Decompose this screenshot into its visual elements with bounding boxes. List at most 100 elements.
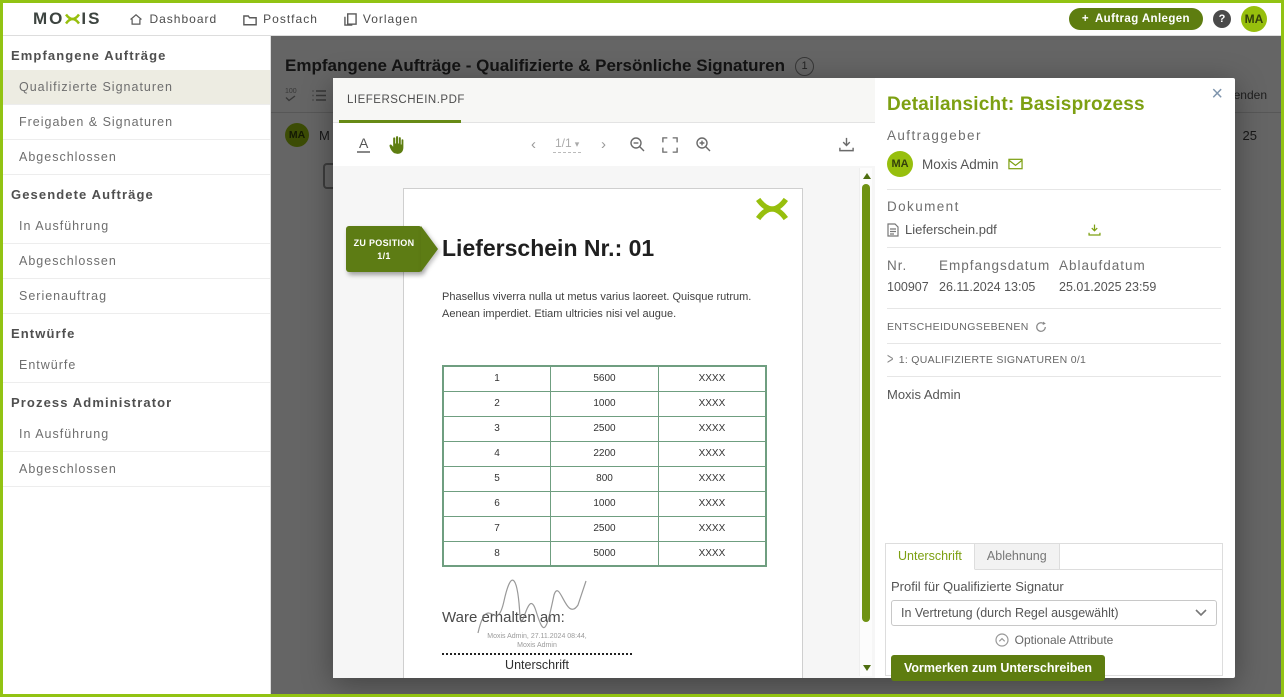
sidebar-item-abgeschlossen-2[interactable]: Abgeschlossen bbox=[3, 244, 270, 279]
help-button[interactable]: ? bbox=[1213, 10, 1231, 28]
moxis-x-logo-icon bbox=[756, 197, 788, 221]
nav-postfach[interactable]: Postfach bbox=[243, 12, 318, 26]
tab-ablehnung[interactable]: Ablehnung bbox=[975, 544, 1060, 570]
decision-level-1[interactable]: > 1: QUALIFIZIERTE SIGNATUREN 0/1 bbox=[887, 344, 1221, 377]
sidebar-item-in-ausfuehrung-1[interactable]: In Ausführung bbox=[3, 209, 270, 244]
pdf-toolbar: A ‹ 1/1▾ › bbox=[333, 123, 875, 166]
order-meta: Nr.100907 Empfangsdatum26.11.2024 13:05 … bbox=[887, 248, 1221, 309]
table-row: 85000XXXX bbox=[443, 541, 766, 566]
create-order-button[interactable]: + Auftrag Anlegen bbox=[1069, 8, 1203, 30]
sidebar-section-prozess-admin: Prozess Administrator bbox=[3, 383, 270, 417]
table-row: 21000XXXX bbox=[443, 391, 766, 416]
received-date-value: 26.11.2024 13:05 bbox=[939, 280, 1059, 294]
action-tabs: Unterschrift Ablehnung bbox=[886, 544, 1222, 570]
help-icon: ? bbox=[1219, 13, 1226, 25]
circle-chevron-up-icon bbox=[995, 633, 1009, 647]
profile-label: Profil für Qualifizierte Signatur bbox=[891, 579, 1217, 594]
goto-position-badge[interactable]: ZU POSITION 1/1 bbox=[346, 226, 422, 272]
decision-levels-heading: ENTSCHEIDUNGSEBENEN bbox=[887, 309, 1221, 344]
expiry-date-label: Ablaufdatum bbox=[1059, 258, 1221, 273]
level-signer-name: Moxis Admin bbox=[887, 377, 1221, 412]
download-icon[interactable] bbox=[838, 123, 855, 166]
user-avatar[interactable]: MA bbox=[1241, 6, 1267, 32]
received-date-label: Empfangsdatum bbox=[939, 258, 1059, 273]
fullscreen-icon[interactable] bbox=[662, 123, 678, 166]
sidebar-item-in-ausfuehrung-2[interactable]: In Ausführung bbox=[3, 417, 270, 452]
client-label: Auftraggeber bbox=[887, 128, 1221, 143]
pdf-file-icon bbox=[887, 223, 899, 237]
scrollbar-thumb[interactable] bbox=[862, 184, 870, 622]
document-table: 15600XXXX 21000XXXX 32500XXXX 42200XXXX … bbox=[442, 365, 767, 567]
top-navbar: MO IS Dashboard Postfach Vorlagen + Auft… bbox=[3, 3, 1281, 36]
document-title: Lieferschein Nr.: 01 bbox=[442, 235, 654, 262]
signature-line bbox=[442, 653, 632, 655]
logo-text-suffix: IS bbox=[81, 9, 101, 29]
zoom-out-icon[interactable] bbox=[629, 123, 646, 166]
templates-icon bbox=[344, 13, 357, 26]
folder-icon bbox=[243, 13, 257, 26]
plus-icon: + bbox=[1082, 13, 1089, 25]
tab-unterschrift[interactable]: Unterschrift bbox=[886, 544, 975, 570]
client-row: MA Moxis Admin bbox=[887, 151, 1221, 190]
submit-signature-button[interactable]: Vormerken zum Unterschreiben bbox=[891, 655, 1105, 681]
document-row: Lieferschein.pdf bbox=[887, 222, 1221, 248]
scroll-down-arrow[interactable] bbox=[863, 665, 871, 671]
create-order-label: Auftrag Anlegen bbox=[1095, 13, 1190, 25]
sidebar-section-entwuerfe: Entwürfe bbox=[3, 314, 270, 348]
pdf-page: ZU POSITION 1/1 Lieferschein Nr.: 01 Pha… bbox=[403, 188, 803, 678]
sidebar-item-abgeschlossen-1[interactable]: Abgeschlossen bbox=[3, 140, 270, 175]
scroll-up-arrow[interactable] bbox=[863, 173, 871, 179]
previous-page-button[interactable]: ‹ bbox=[531, 123, 536, 166]
chevron-down-icon bbox=[1195, 609, 1207, 617]
signature-block: Ware erhalten am: Moxis Admin, 27.11.202… bbox=[442, 609, 642, 672]
pdf-scrollbar[interactable] bbox=[859, 168, 872, 676]
nav-label: Postfach bbox=[263, 12, 318, 26]
table-row: 42200XXXX bbox=[443, 441, 766, 466]
page-indicator[interactable]: 1/1▾ bbox=[553, 136, 581, 153]
nav-vorlagen[interactable]: Vorlagen bbox=[344, 12, 418, 26]
table-row: 61000XXXX bbox=[443, 491, 766, 516]
client-avatar: MA bbox=[887, 151, 913, 177]
document-paragraph: Phasellus viverra nulla ut metus varius … bbox=[442, 289, 769, 322]
pdf-tabbar: LIEFERSCHEIN.PDF bbox=[333, 78, 875, 123]
table-row: 5800XXXX bbox=[443, 466, 766, 491]
next-page-button[interactable]: › bbox=[601, 123, 606, 166]
zoom-in-icon[interactable] bbox=[695, 123, 712, 166]
pan-hand-tool[interactable] bbox=[387, 123, 406, 166]
pdf-viewer: LIEFERSCHEIN.PDF A ‹ 1/1▾ › bbox=[333, 78, 875, 678]
sidebar-item-freigaben-signaturen[interactable]: Freigaben & Signaturen bbox=[3, 105, 270, 140]
sidebar-item-entwuerfe[interactable]: Entwürfe bbox=[3, 348, 270, 383]
document-label: Dokument bbox=[887, 190, 1221, 214]
tab-lieferschein-pdf[interactable]: LIEFERSCHEIN.PDF bbox=[333, 94, 479, 106]
profile-select[interactable]: In Vertretung (durch Regel ausgewählt) bbox=[891, 600, 1217, 626]
app-window: MO IS Dashboard Postfach Vorlagen + Auft… bbox=[0, 0, 1284, 697]
moxis-x-icon bbox=[64, 13, 81, 25]
sidebar-item-abgeschlossen-3[interactable]: Abgeschlossen bbox=[3, 452, 270, 487]
handwritten-signature bbox=[470, 571, 620, 643]
table-row: 32500XXXX bbox=[443, 416, 766, 441]
pdf-canvas: ZU POSITION 1/1 Lieferschein Nr.: 01 Pha… bbox=[333, 166, 875, 678]
signature-action-card: Unterschrift Ablehnung Profil für Qualif… bbox=[885, 543, 1223, 676]
document-name[interactable]: Lieferschein.pdf bbox=[905, 222, 997, 237]
logo-text-prefix: MO bbox=[33, 9, 64, 29]
signature-caption: Unterschrift bbox=[442, 658, 632, 672]
sidebar: Empfangene Aufträge Qualifizierte Signat… bbox=[3, 36, 271, 694]
sidebar-item-qualifizierte-signaturen[interactable]: Qualifizierte Signaturen bbox=[3, 70, 270, 105]
caret-down-icon: ▾ bbox=[575, 139, 580, 149]
refresh-icon[interactable] bbox=[1035, 321, 1047, 333]
detail-title: Detailansicht: Basisprozess bbox=[887, 94, 1221, 116]
nav-label: Vorlagen bbox=[363, 12, 418, 26]
sidebar-section-empfangene: Empfangene Aufträge bbox=[3, 36, 270, 70]
moxis-logo[interactable]: MO IS bbox=[33, 9, 101, 29]
nav-dashboard[interactable]: Dashboard bbox=[129, 12, 217, 26]
text-annotation-tool[interactable]: A bbox=[357, 135, 370, 153]
home-icon bbox=[129, 13, 143, 26]
close-icon[interactable]: × bbox=[1211, 84, 1223, 104]
envelope-icon[interactable] bbox=[1008, 158, 1023, 170]
table-row: 15600XXXX bbox=[443, 366, 766, 391]
expiry-date-value: 25.01.2025 23:59 bbox=[1059, 280, 1221, 294]
sidebar-item-serienauftrag[interactable]: Serienauftrag bbox=[3, 279, 270, 314]
document-download-icon[interactable] bbox=[1087, 223, 1102, 237]
optional-attributes-toggle[interactable]: Optionale Attribute bbox=[891, 633, 1217, 647]
nav-label: Dashboard bbox=[149, 12, 217, 26]
